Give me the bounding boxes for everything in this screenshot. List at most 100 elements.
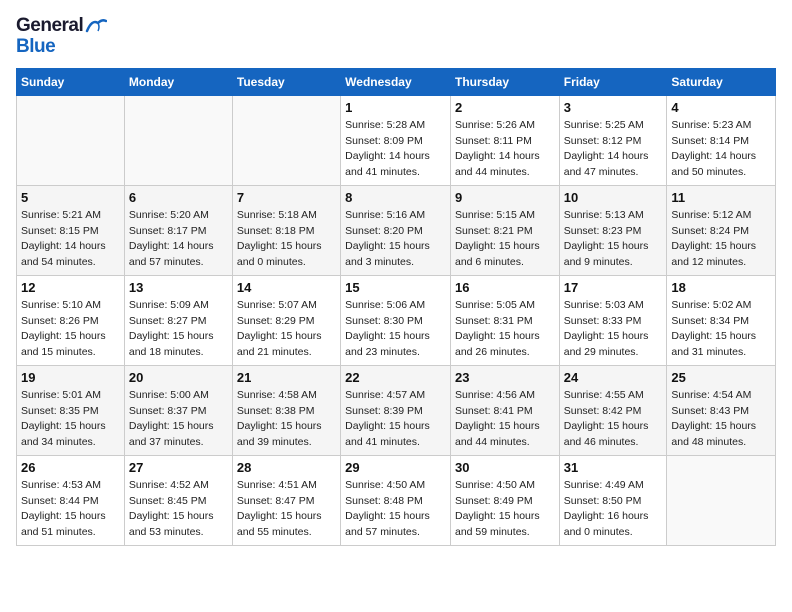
calendar-cell: 16Sunrise: 5:05 AM Sunset: 8:31 PM Dayli… <box>450 275 559 365</box>
day-info: Sunrise: 5:00 AM Sunset: 8:37 PM Dayligh… <box>129 388 228 451</box>
day-info: Sunrise: 5:13 AM Sunset: 8:23 PM Dayligh… <box>564 208 663 271</box>
day-number: 22 <box>345 370 446 385</box>
header-saturday: Saturday <box>667 68 776 95</box>
calendar-cell: 4 Sunrise: 5:23 AM Sunset: 8:14 PM Daylig… <box>667 95 776 185</box>
day-number: 30 <box>455 460 555 475</box>
day-info: Sunrise: 5:07 AM Sunset: 8:29 PM Dayligh… <box>237 298 336 361</box>
day-info: Sunrise: 4:53 AM Sunset: 8:44 PM Dayligh… <box>21 478 120 541</box>
calendar-cell: 9 Sunrise: 5:15 AM Sunset: 8:21 PM Daylig… <box>450 185 559 275</box>
day-info: Sunrise: 5:15 AM Sunset: 8:21 PM Dayligh… <box>455 208 555 271</box>
day-info: Sunrise: 4:50 AM Sunset: 8:48 PM Dayligh… <box>345 478 446 541</box>
day-info: Sunrise: 5:25 AM Sunset: 8:12 PM Dayligh… <box>564 118 663 181</box>
day-number: 2 <box>455 100 555 115</box>
day-info: Sunrise: 5:18 AM Sunset: 8:18 PM Dayligh… <box>237 208 336 271</box>
calendar-cell: 21 Sunrise: 4:58 AM Sunset: 8:38 PM Dayli… <box>232 365 340 455</box>
calendar-cell: 22 Sunrise: 4:57 AM Sunset: 8:39 PM Dayli… <box>341 365 451 455</box>
day-info: Sunrise: 5:28 AM Sunset: 8:09 PM Dayligh… <box>345 118 446 181</box>
day-number: 3 <box>564 100 663 115</box>
header-wednesday: Wednesday <box>341 68 451 95</box>
day-number: 24 <box>564 370 663 385</box>
calendar-cell: 15Sunrise: 5:06 AM Sunset: 8:30 PM Dayli… <box>341 275 451 365</box>
day-number: 19 <box>21 370 120 385</box>
calendar-cell: 28 Sunrise: 4:51 AM Sunset: 8:47 PM Dayli… <box>232 455 340 545</box>
calendar-cell: 6 Sunrise: 5:20 AM Sunset: 8:17 PM Daylig… <box>124 185 232 275</box>
page-header: General Blue <box>16 16 776 58</box>
logo: General Blue <box>16 16 107 58</box>
calendar-cell: 24Sunrise: 4:55 AM Sunset: 8:42 PM Dayli… <box>559 365 667 455</box>
day-number: 11 <box>671 190 771 205</box>
day-info: Sunrise: 4:50 AM Sunset: 8:49 PM Dayligh… <box>455 478 555 541</box>
day-info: Sunrise: 4:52 AM Sunset: 8:45 PM Dayligh… <box>129 478 228 541</box>
calendar-cell: 12 Sunrise: 5:10 AM Sunset: 8:26 PM Dayli… <box>17 275 125 365</box>
day-info: Sunrise: 5:23 AM Sunset: 8:14 PM Dayligh… <box>671 118 771 181</box>
day-number: 14 <box>237 280 336 295</box>
day-number: 26 <box>21 460 120 475</box>
day-number: 1 <box>345 100 446 115</box>
day-info: Sunrise: 4:58 AM Sunset: 8:38 PM Dayligh… <box>237 388 336 451</box>
header-thursday: Thursday <box>450 68 559 95</box>
calendar-cell: 19Sunrise: 5:01 AM Sunset: 8:35 PM Dayli… <box>17 365 125 455</box>
day-info: Sunrise: 4:51 AM Sunset: 8:47 PM Dayligh… <box>237 478 336 541</box>
day-number: 31 <box>564 460 663 475</box>
day-info: Sunrise: 4:56 AM Sunset: 8:41 PM Dayligh… <box>455 388 555 451</box>
calendar-cell: 31 Sunrise: 4:49 AM Sunset: 8:50 PM Dayli… <box>559 455 667 545</box>
day-info: Sunrise: 5:09 AM Sunset: 8:27 PM Dayligh… <box>129 298 228 361</box>
day-number: 18 <box>671 280 771 295</box>
day-info: Sunrise: 5:06 AM Sunset: 8:30 PM Dayligh… <box>345 298 446 361</box>
day-number: 28 <box>237 460 336 475</box>
day-number: 23 <box>455 370 555 385</box>
calendar-cell: 29 Sunrise: 4:50 AM Sunset: 8:48 PM Dayli… <box>341 455 451 545</box>
day-number: 7 <box>237 190 336 205</box>
day-info: Sunrise: 5:21 AM Sunset: 8:15 PM Dayligh… <box>21 208 120 271</box>
calendar-cell <box>667 455 776 545</box>
day-number: 27 <box>129 460 228 475</box>
day-number: 10 <box>564 190 663 205</box>
day-number: 4 <box>671 100 771 115</box>
day-info: Sunrise: 5:02 AM Sunset: 8:34 PM Dayligh… <box>671 298 771 361</box>
calendar-cell: 25 Sunrise: 4:54 AM Sunset: 8:43 PM Dayli… <box>667 365 776 455</box>
day-info: Sunrise: 4:49 AM Sunset: 8:50 PM Dayligh… <box>564 478 663 541</box>
day-info: Sunrise: 5:05 AM Sunset: 8:31 PM Dayligh… <box>455 298 555 361</box>
day-info: Sunrise: 5:10 AM Sunset: 8:26 PM Dayligh… <box>21 298 120 361</box>
calendar-cell: 18 Sunrise: 5:02 AM Sunset: 8:34 PM Dayli… <box>667 275 776 365</box>
calendar-cell: 27 Sunrise: 4:52 AM Sunset: 8:45 PM Dayli… <box>124 455 232 545</box>
calendar-cell: 1 Sunrise: 5:28 AM Sunset: 8:09 PM Daylig… <box>341 95 451 185</box>
day-number: 12 <box>21 280 120 295</box>
header-sunday: Sunday <box>17 68 125 95</box>
calendar-cell: 17 Sunrise: 5:03 AM Sunset: 8:33 PM Dayli… <box>559 275 667 365</box>
calendar-cell: 10 Sunrise: 5:13 AM Sunset: 8:23 PM Dayli… <box>559 185 667 275</box>
calendar-cell: 11 Sunrise: 5:12 AM Sunset: 8:24 PM Dayli… <box>667 185 776 275</box>
day-number: 17 <box>564 280 663 295</box>
day-info: Sunrise: 5:20 AM Sunset: 8:17 PM Dayligh… <box>129 208 228 271</box>
calendar-cell: 2Sunrise: 5:26 AM Sunset: 8:11 PM Daylig… <box>450 95 559 185</box>
calendar-cell: 5 Sunrise: 5:21 AM Sunset: 8:15 PM Daylig… <box>17 185 125 275</box>
calendar-cell: 8 Sunrise: 5:16 AM Sunset: 8:20 PM Daylig… <box>341 185 451 275</box>
header-friday: Friday <box>559 68 667 95</box>
calendar-header: SundayMondayTuesdayWednesdayThursdayFrid… <box>17 68 776 95</box>
day-number: 21 <box>237 370 336 385</box>
calendar-cell: 7 Sunrise: 5:18 AM Sunset: 8:18 PM Daylig… <box>232 185 340 275</box>
calendar-cell: 14 Sunrise: 5:07 AM Sunset: 8:29 PM Dayli… <box>232 275 340 365</box>
calendar-cell: 26 Sunrise: 4:53 AM Sunset: 8:44 PM Dayli… <box>17 455 125 545</box>
calendar-cell <box>124 95 232 185</box>
calendar-cell: 20Sunrise: 5:00 AM Sunset: 8:37 PM Dayli… <box>124 365 232 455</box>
day-info: Sunrise: 5:03 AM Sunset: 8:33 PM Dayligh… <box>564 298 663 361</box>
day-number: 8 <box>345 190 446 205</box>
day-info: Sunrise: 4:57 AM Sunset: 8:39 PM Dayligh… <box>345 388 446 451</box>
day-number: 25 <box>671 370 771 385</box>
calendar-cell: 3 Sunrise: 5:25 AM Sunset: 8:12 PM Daylig… <box>559 95 667 185</box>
header-monday: Monday <box>124 68 232 95</box>
header-tuesday: Tuesday <box>232 68 340 95</box>
calendar-cell: 30 Sunrise: 4:50 AM Sunset: 8:49 PM Dayli… <box>450 455 559 545</box>
calendar-table: SundayMondayTuesdayWednesdayThursdayFrid… <box>16 68 776 546</box>
day-number: 29 <box>345 460 446 475</box>
day-info: Sunrise: 4:54 AM Sunset: 8:43 PM Dayligh… <box>671 388 771 451</box>
day-info: Sunrise: 5:16 AM Sunset: 8:20 PM Dayligh… <box>345 208 446 271</box>
calendar-cell <box>17 95 125 185</box>
day-info: Sunrise: 5:12 AM Sunset: 8:24 PM Dayligh… <box>671 208 771 271</box>
day-number: 9 <box>455 190 555 205</box>
day-number: 13 <box>129 280 228 295</box>
calendar-cell: 13 Sunrise: 5:09 AM Sunset: 8:27 PM Dayli… <box>124 275 232 365</box>
day-number: 5 <box>21 190 120 205</box>
day-number: 6 <box>129 190 228 205</box>
